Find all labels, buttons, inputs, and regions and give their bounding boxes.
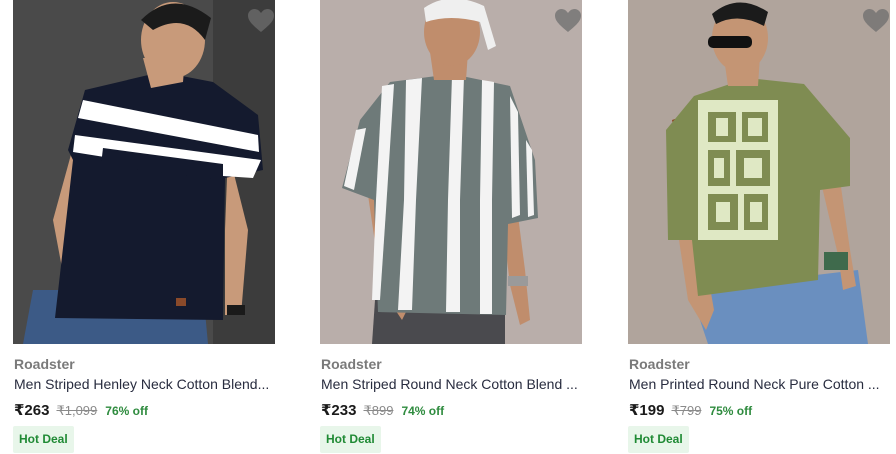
original-price: ₹899 [363,403,394,418]
wishlist-heart-icon[interactable] [247,8,275,34]
hot-deal-badge: Hot Deal [628,426,689,453]
price-row: ₹199 ₹799 75% off [629,401,752,419]
product-title[interactable]: Men Printed Round Neck Pure Cotton ... [629,376,891,392]
wishlist-heart-icon[interactable] [554,8,582,34]
selling-price: ₹263 [14,402,50,419]
product-image[interactable] [628,0,890,344]
product-card[interactable]: Roadster Men Printed Round Neck Pure Cot… [628,0,890,454]
product-card[interactable]: Roadster Men Striped Round Neck Cotton B… [320,0,582,454]
product-brand: Roadster [321,356,382,372]
product-brand: Roadster [629,356,690,372]
wishlist-heart-icon[interactable] [862,8,890,34]
price-row: ₹233 ₹899 74% off [321,401,444,419]
original-price: ₹1,099 [56,403,98,418]
original-price: ₹799 [671,403,702,418]
product-image[interactable] [320,0,582,344]
hot-deal-badge: Hot Deal [320,426,381,453]
discount-label: 74% off [401,404,445,418]
selling-price: ₹199 [629,402,665,419]
price-row: ₹263 ₹1,099 76% off [14,401,148,419]
selling-price: ₹233 [321,402,357,419]
discount-label: 75% off [709,404,753,418]
product-title[interactable]: Men Striped Round Neck Cotton Blend ... [321,376,583,392]
hot-deal-badge: Hot Deal [13,426,74,453]
product-title[interactable]: Men Striped Henley Neck Cotton Blend... [14,376,276,392]
product-card[interactable]: Roadster Men Striped Henley Neck Cotton … [13,0,275,454]
product-image[interactable] [13,0,275,344]
product-brand: Roadster [14,356,75,372]
discount-label: 76% off [105,404,148,418]
